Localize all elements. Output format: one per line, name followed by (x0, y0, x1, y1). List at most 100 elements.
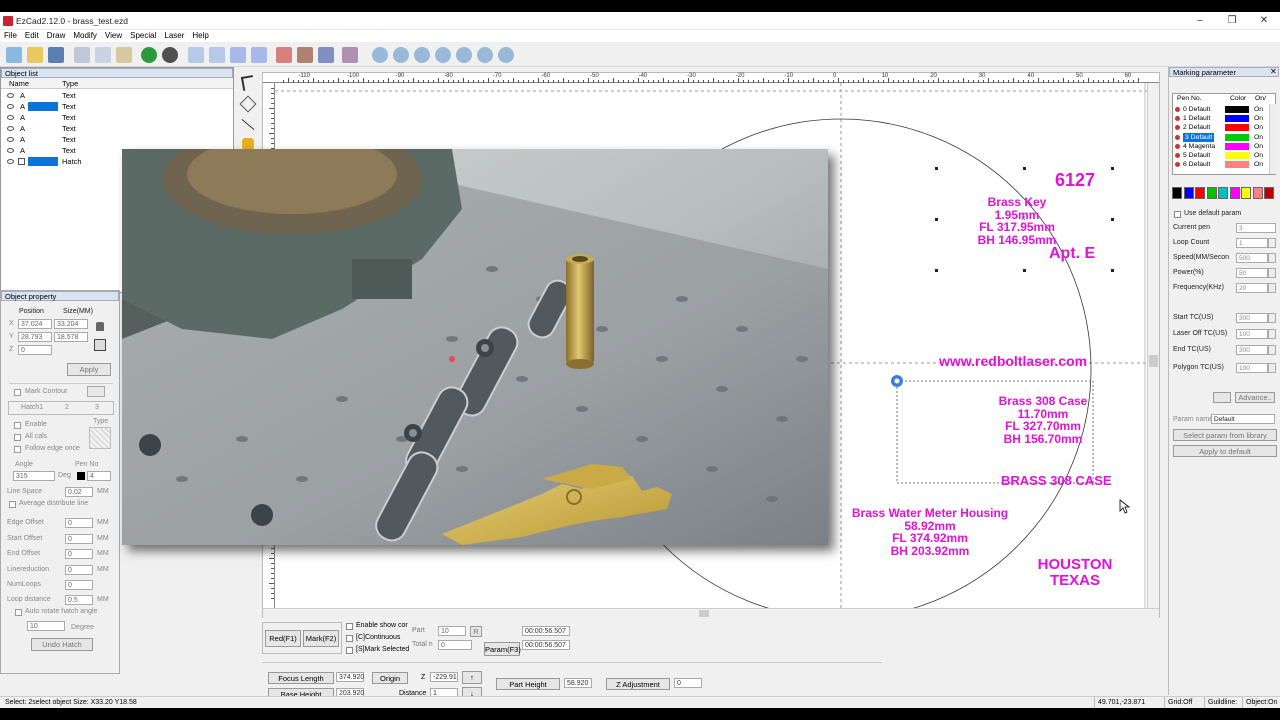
guideline-status[interactable]: Guildline: (1204, 697, 1242, 708)
start-tc-field[interactable]: 300 (1236, 313, 1268, 323)
end-tc-spinner[interactable] (1268, 345, 1276, 355)
speed-field[interactable]: 500 (1236, 253, 1268, 263)
laser-off-tc-field[interactable]: 100 (1236, 329, 1268, 339)
paste-icon[interactable] (116, 47, 132, 63)
pen-row[interactable]: 3 Default On (1173, 132, 1269, 142)
z-adjustment-field[interactable]: 0 (674, 678, 702, 688)
pen-no-select[interactable]: 4 (87, 471, 111, 481)
total-field[interactable]: 0 (438, 640, 472, 650)
zoom-fit-icon[interactable] (435, 47, 451, 63)
menu-file[interactable]: File (0, 30, 21, 42)
origin-button[interactable]: Origin (372, 672, 408, 684)
hatch1-tab[interactable]: Hatch1 (21, 404, 43, 411)
palette-swatch[interactable] (1218, 187, 1228, 199)
line-reduction-field[interactable]: 0 (65, 565, 93, 575)
auto-rotate-checkbox[interactable] (15, 609, 22, 616)
close-panel-icon[interactable]: ✕ (1270, 67, 1277, 76)
follow-edge-checkbox[interactable] (14, 446, 21, 453)
loop-count-spinner[interactable] (1268, 238, 1276, 248)
all-cals-checkbox[interactable] (14, 434, 21, 441)
polygon-tc-field[interactable]: 100 (1236, 363, 1268, 373)
hatch-type-icon[interactable] (89, 427, 111, 449)
param-button[interactable]: Param(F3) (484, 642, 521, 656)
pen-list-scrollbar[interactable] (1269, 104, 1276, 174)
palette-swatch[interactable] (1264, 187, 1274, 199)
text-apt[interactable]: Apt. E (1049, 245, 1095, 263)
palette-swatch[interactable] (1252, 187, 1263, 199)
loop-distance-field[interactable]: 0.5 (65, 595, 93, 605)
frequency-field[interactable]: 20 (1236, 283, 1268, 293)
palette-swatch[interactable] (1183, 187, 1194, 199)
menu-view[interactable]: View (101, 30, 126, 42)
text-6127[interactable]: 6127 (1055, 171, 1095, 190)
speed-spinner[interactable] (1268, 253, 1276, 263)
object-row[interactable]: A Text (1, 90, 233, 101)
object-row[interactable]: A Text (1, 101, 233, 112)
pen-options-icon[interactable] (1213, 392, 1231, 403)
menu-modify[interactable]: Modify (69, 30, 101, 42)
node-edit-icon[interactable] (188, 47, 204, 63)
palette-swatch[interactable] (1172, 187, 1182, 199)
select-nodes-icon[interactable] (209, 47, 225, 63)
polygon-tc-spinner[interactable] (1268, 363, 1276, 373)
mark-contour-checkbox[interactable] (14, 389, 21, 396)
palette-swatch[interactable] (1206, 187, 1217, 199)
mark-button[interactable]: Mark(F2) (303, 630, 339, 647)
grid-status[interactable]: Grid:Off (1164, 697, 1202, 708)
z-axis-field[interactable]: -229.91 (430, 672, 458, 682)
anchor-icon[interactable] (94, 339, 106, 351)
select-arrow-icon[interactable] (240, 75, 256, 91)
power-field[interactable]: 50 (1236, 268, 1268, 278)
select-param-library-button[interactable]: Select param from library (1173, 429, 1277, 441)
num-loops-field[interactable]: 0 (65, 580, 93, 590)
start-offset-field[interactable]: 0 (65, 534, 93, 544)
transform-icon[interactable] (251, 47, 267, 63)
text-brass-308-caps[interactable]: BRASS 308 CASE (1001, 474, 1112, 488)
zoom-selected-icon[interactable] (477, 47, 493, 63)
end-offset-field[interactable]: 0 (65, 549, 93, 559)
eye-icon[interactable] (7, 159, 14, 164)
pen-row[interactable]: 5 Default On (1173, 151, 1269, 160)
convert-icon[interactable] (342, 47, 358, 63)
eye-icon[interactable] (7, 148, 14, 153)
open-folder-icon[interactable] (27, 47, 43, 63)
text-houston-texas[interactable]: HOUSTON TEXAS (1031, 557, 1119, 589)
line-space-field[interactable]: 0.02 (65, 487, 93, 497)
start-tc-spinner[interactable] (1268, 313, 1276, 323)
pen-list[interactable]: Pen No. Color On/ 0 Default On 1 Default On… (1172, 93, 1276, 175)
text-brass-308[interactable]: Brass 308 Case 11.70mm FL 327.70mm BH 15… (968, 395, 1118, 445)
combine-icon[interactable] (276, 47, 292, 63)
pen-row[interactable]: 1 Default On (1173, 114, 1269, 123)
palette-swatch[interactable] (1241, 187, 1251, 199)
height-field[interactable]: 18.578 (54, 332, 88, 342)
cut-icon[interactable] (74, 47, 90, 63)
redo-icon[interactable] (162, 47, 178, 63)
use-default-checkbox[interactable] (1174, 211, 1181, 218)
line-tool-icon[interactable] (241, 118, 255, 131)
horizontal-scrollbar[interactable] (263, 608, 1159, 618)
avg-distribute-checkbox[interactable] (9, 501, 16, 508)
star-tool-icon[interactable] (230, 47, 246, 63)
apply-to-default-button[interactable]: Apply to default (1173, 445, 1277, 457)
reset-button[interactable]: R (470, 626, 482, 637)
z-up-icon[interactable]: ↑ (462, 671, 482, 684)
pen-row[interactable]: 4 Magenta On (1173, 142, 1269, 151)
eye-icon[interactable] (7, 115, 14, 120)
minimize-icon[interactable]: – (1186, 14, 1214, 28)
zoom-page-icon[interactable] (498, 47, 514, 63)
y-field[interactable]: 28.793 (18, 332, 52, 342)
apply-button[interactable]: Apply (67, 363, 111, 376)
pen-row[interactable]: 6 Default On (1173, 160, 1269, 169)
object-row[interactable]: A Text (1, 123, 233, 134)
width-field[interactable]: 33.204 (54, 319, 88, 329)
maximize-icon[interactable]: ❐ (1218, 14, 1246, 28)
edge-offset-field[interactable]: 0 (65, 518, 93, 528)
laser-off-tc-spinner[interactable] (1268, 329, 1276, 339)
loop-count-field[interactable]: 1 (1236, 238, 1268, 248)
zoom-out-icon[interactable] (414, 47, 430, 63)
save-icon[interactable] (48, 47, 64, 63)
object-row[interactable]: A Text (1, 134, 233, 145)
copy-icon[interactable] (95, 47, 111, 63)
frequency-spinner[interactable] (1268, 283, 1276, 293)
focus-length-field[interactable]: 374.920 (336, 672, 364, 682)
